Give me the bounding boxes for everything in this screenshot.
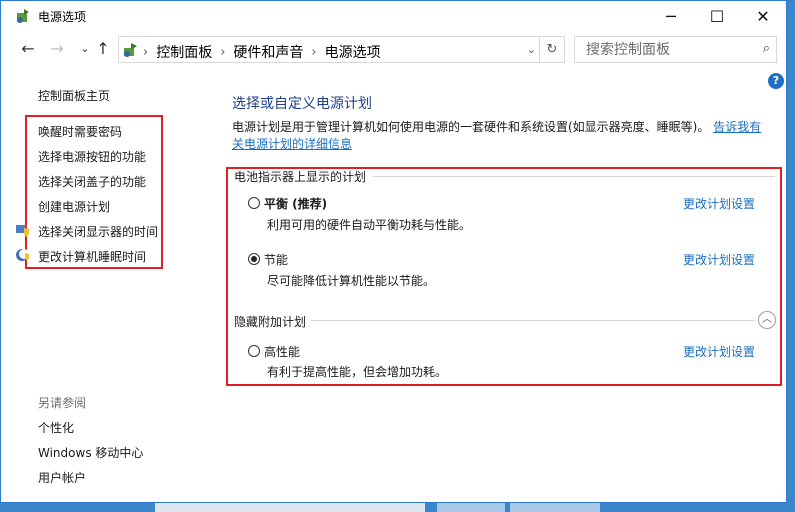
- refresh-icon[interactable]: ↻: [539, 37, 564, 62]
- close-button[interactable]: ✕: [740, 1, 786, 32]
- breadcrumb-hardware-sound[interactable]: 硬件和声音: [233, 42, 303, 62]
- task-link-create-plan[interactable]: 创建电源计划: [38, 198, 110, 215]
- task-link-lid-close[interactable]: 选择关闭盖子的功能: [38, 173, 146, 190]
- see-also-user-accounts[interactable]: 用户帐户: [38, 469, 86, 486]
- forward-arrow-icon[interactable]: →: [47, 39, 67, 58]
- control-panel-icon: [124, 43, 137, 57]
- change-plan-settings-power-saver[interactable]: 更改计划设置: [683, 251, 755, 268]
- task-link-power-button[interactable]: 选择电源按钮的功能: [38, 148, 146, 165]
- breadcrumb-separator: ›: [143, 44, 149, 60]
- group-divider: [311, 320, 755, 321]
- plan-desc-balanced: 利用可用的硬件自动平衡功耗与性能。: [267, 218, 472, 232]
- background-window-edge: [0, 503, 795, 512]
- search-box[interactable]: ⌕: [574, 36, 777, 63]
- collapse-chevron-up-icon[interactable]: ︿: [758, 311, 776, 329]
- see-also-personalization[interactable]: 个性化: [38, 419, 74, 436]
- maximize-button[interactable]: ☐: [694, 1, 740, 32]
- up-arrow-icon[interactable]: ↑: [93, 39, 113, 58]
- background-fragment: [155, 503, 425, 512]
- recent-dropdown-icon[interactable]: ⌄: [75, 42, 95, 55]
- help-icon[interactable]: ?: [768, 73, 784, 89]
- power-options-window: 电源选项 ─ ☐ ✕ ← → ⌄ ↑ › 控制面板 › 硬件和声音 › 电源选项…: [0, 0, 787, 503]
- address-dropdown-icon[interactable]: ⌄: [527, 43, 536, 56]
- navigation-bar: ← → ⌄ ↑ › 控制面板 › 硬件和声音 › 电源选项 ⌄ ↻ ⌕: [1, 32, 786, 66]
- hidden-plans-group-label: 隐藏附加计划: [234, 315, 307, 329]
- left-pane: 控制面板主页 唤醒时需要密码 选择电源按钮的功能 选择关闭盖子的功能 创建电源计…: [1, 66, 216, 502]
- plan-name-power-saver[interactable]: 节能: [264, 251, 288, 268]
- back-arrow-icon[interactable]: ←: [18, 39, 38, 58]
- radio-high-performance[interactable]: [248, 345, 260, 357]
- breadcrumb-separator: ›: [220, 44, 226, 60]
- radio-balanced[interactable]: [248, 197, 260, 209]
- page-description: 电源计划是用于管理计算机如何使用电源的一套硬件和系统设置(如显示器亮度、睡眠等)…: [232, 119, 772, 153]
- window-title: 电源选项: [38, 10, 87, 24]
- search-icon[interactable]: ⌕: [763, 41, 770, 56]
- breadcrumb-control-panel[interactable]: 控制面板: [156, 42, 212, 62]
- plan-name-balanced[interactable]: 平衡 (推荐): [264, 195, 327, 212]
- breadcrumb: › 控制面板 › 硬件和声音 › 电源选项: [143, 42, 381, 62]
- moon-shield-icon: [16, 249, 29, 261]
- title-bar[interactable]: 电源选项 ─ ☐ ✕: [1, 1, 786, 32]
- see-also-heading: 另请参阅: [38, 396, 87, 410]
- breadcrumb-separator: ›: [311, 44, 317, 60]
- change-plan-settings-balanced[interactable]: 更改计划设置: [683, 195, 755, 212]
- task-link-display-off[interactable]: 选择关闭显示器的时间: [38, 223, 158, 240]
- task-link-wake-password[interactable]: 唤醒时需要密码: [38, 123, 122, 140]
- plan-desc-high-performance: 有利于提高性能，但会增加功耗。: [267, 365, 448, 379]
- minimize-button[interactable]: ─: [648, 1, 694, 32]
- background-fragment: [437, 503, 505, 512]
- power-options-icon: [17, 9, 29, 23]
- plan-name-high-performance[interactable]: 高性能: [264, 343, 300, 360]
- see-also-mobility-center[interactable]: Windows 移动中心: [38, 444, 143, 461]
- control-panel-home-link[interactable]: 控制面板主页: [38, 87, 110, 104]
- radio-power-saver[interactable]: [248, 253, 260, 265]
- battery-plans-group-label: 电池指示器上显示的计划: [234, 170, 367, 184]
- group-divider: [373, 176, 775, 177]
- background-fragment: [510, 503, 600, 512]
- address-bar[interactable]: › 控制面板 › 硬件和声音 › 电源选项 ⌄ ↻: [118, 36, 565, 63]
- page-title: 选择或自定义电源计划: [232, 96, 372, 112]
- display-shield-icon: [16, 225, 29, 237]
- change-plan-settings-high-performance[interactable]: 更改计划设置: [683, 343, 755, 360]
- search-input[interactable]: [584, 40, 748, 60]
- breadcrumb-power-options[interactable]: 电源选项: [325, 42, 381, 62]
- description-text: 电源计划是用于管理计算机如何使用电源的一套硬件和系统设置(如显示器亮度、睡眠等)…: [232, 120, 710, 134]
- task-link-sleep-time[interactable]: 更改计算机睡眠时间: [38, 248, 146, 265]
- plan-desc-power-saver: 尽可能降低计算机性能以节能。: [267, 274, 436, 288]
